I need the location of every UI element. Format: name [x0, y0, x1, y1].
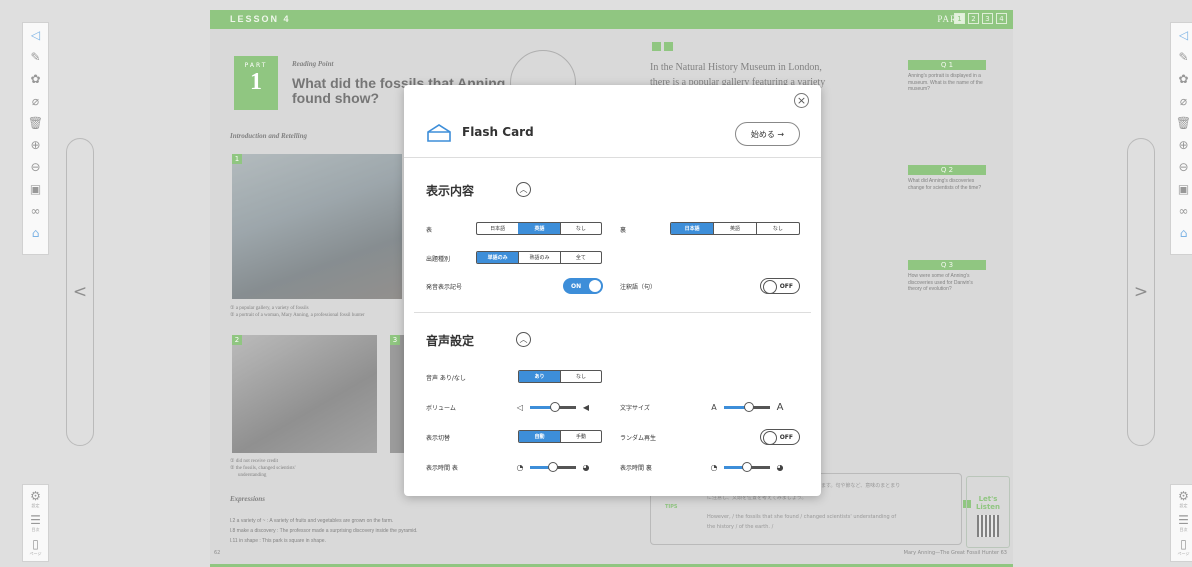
text-large-icon: A: [776, 401, 784, 413]
front-option-japanese[interactable]: 日本語: [477, 223, 518, 234]
back-option-english[interactable]: 英語: [713, 223, 755, 234]
switch-option-auto[interactable]: 自動: [519, 431, 560, 442]
pronunciation-toggle[interactable]: ON: [563, 278, 603, 294]
front-language-selector: 日本語 英語 なし: [476, 222, 602, 235]
back-time-slider[interactable]: ◔ ◕: [708, 459, 786, 475]
front-label: 表: [426, 227, 433, 234]
audio-label: 音声 あり/なし: [426, 375, 466, 382]
dialog-title: Flash Card: [462, 125, 534, 139]
type-option-idioms[interactable]: 熟語のみ: [518, 252, 559, 263]
chevron-up-icon: ︿: [519, 185, 528, 194]
timer-short-icon: ◔: [710, 462, 718, 472]
back-time-label: 表示時間 裏: [620, 465, 652, 472]
start-button[interactable]: 始める →: [735, 122, 800, 146]
volume-slider[interactable]: ◁ ◀: [514, 399, 592, 415]
close-icon: ×: [796, 94, 807, 107]
question-type-label: 出題種別: [426, 256, 451, 263]
back-language-selector: 日本語 英語 なし: [670, 222, 800, 235]
random-play-toggle[interactable]: OFF: [760, 429, 800, 445]
flashcard-settings-dialog: × Flash Card 始める → 表示内容 ︿ 表 日本語 英語 なし 裏 …: [404, 85, 821, 496]
timer-short-icon: ◔: [516, 462, 524, 472]
back-option-none[interactable]: なし: [755, 223, 799, 234]
audio-selector: あり なし: [518, 370, 602, 383]
display-content-heading: 表示内容: [426, 184, 475, 198]
back-label: 裏: [620, 227, 627, 234]
annotation-label: 注釈語（句）: [620, 284, 657, 291]
divider: [414, 312, 811, 313]
front-time-label: 表示時間 表: [426, 465, 458, 472]
annotation-toggle[interactable]: OFF: [760, 278, 800, 294]
close-button[interactable]: ×: [794, 93, 809, 108]
collapse-display-button[interactable]: ︿: [516, 182, 531, 197]
flashcard-icon: [427, 124, 451, 142]
front-time-slider[interactable]: ◔ ◕: [514, 459, 592, 475]
display-switch-selector: 自動 手動: [518, 430, 602, 443]
font-size-label: 文字サイズ: [620, 405, 650, 412]
divider: [404, 157, 821, 158]
pronunciation-label: 発音表示記号: [426, 284, 463, 291]
audio-settings-heading: 音声設定: [426, 334, 475, 348]
display-switch-label: 表示切替: [426, 435, 451, 442]
timer-long-icon: ◕: [582, 462, 590, 472]
text-small-icon: A: [711, 402, 717, 412]
speaker-low-icon: ◁: [516, 402, 524, 412]
front-option-none[interactable]: なし: [559, 223, 601, 234]
front-option-english[interactable]: 英語: [518, 223, 560, 234]
switch-option-manual[interactable]: 手動: [559, 431, 601, 442]
volume-label: ボリューム: [426, 405, 456, 412]
chevron-up-icon: ︿: [519, 335, 528, 344]
type-option-all[interactable]: 全て: [559, 252, 601, 263]
speaker-high-icon: ◀: [582, 402, 590, 412]
timer-long-icon: ◕: [776, 462, 784, 472]
type-option-words[interactable]: 単語のみ: [477, 252, 519, 263]
back-option-japanese[interactable]: 日本語: [671, 223, 714, 234]
audio-option-on[interactable]: あり: [519, 371, 560, 382]
random-play-label: ランダム再生: [620, 435, 657, 442]
audio-option-off[interactable]: なし: [559, 371, 601, 382]
collapse-audio-button[interactable]: ︿: [516, 332, 531, 347]
font-size-slider[interactable]: A A: [708, 399, 786, 415]
question-type-selector: 単語のみ 熟語のみ 全て: [476, 251, 602, 264]
